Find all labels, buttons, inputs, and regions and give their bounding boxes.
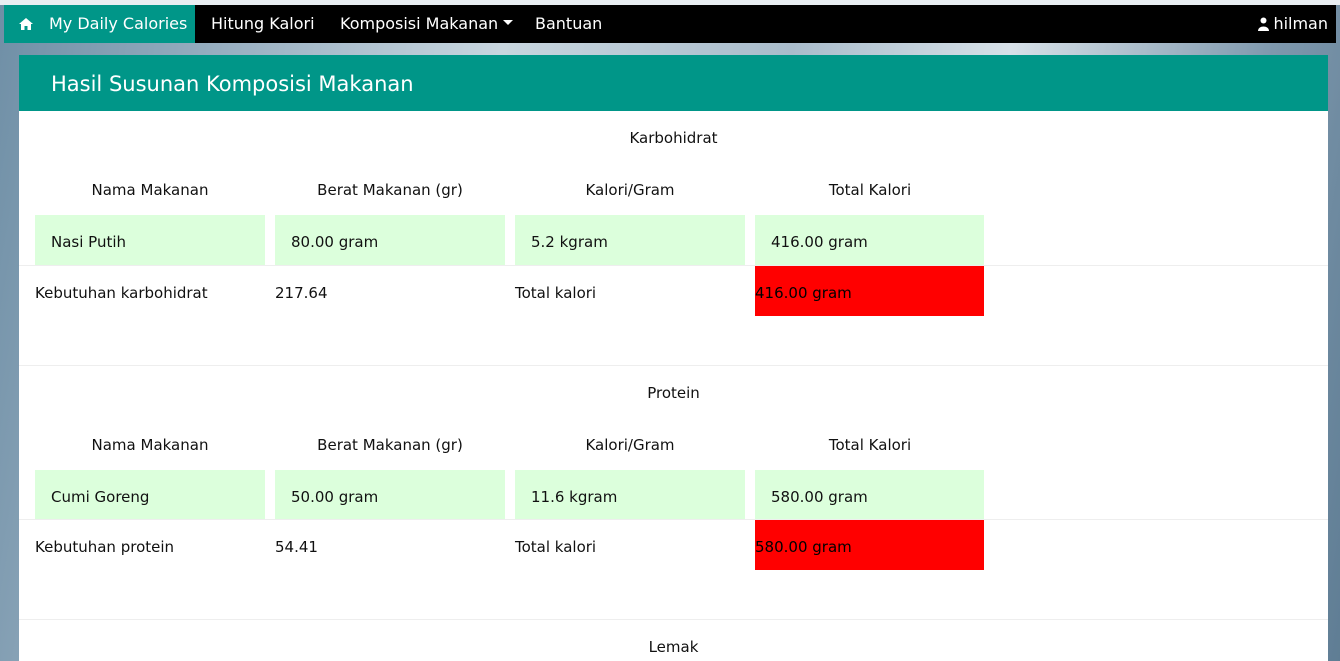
- panel-title: Hasil Susunan Komposisi Makanan: [51, 72, 414, 96]
- caret-down-icon: [503, 20, 514, 25]
- home-icon: [19, 18, 33, 30]
- need-value: 54.41: [275, 538, 318, 556]
- divider: [19, 519, 1328, 520]
- nav-hitung-kalori[interactable]: Hitung Kalori: [211, 14, 315, 33]
- need-label: Kebutuhan karbohidrat: [35, 284, 208, 302]
- user-icon: [1258, 17, 1270, 31]
- total-value-badge: 416.00 gram: [755, 266, 984, 316]
- nav-bantuan[interactable]: Bantuan: [535, 14, 602, 33]
- section-title-protein: Protein: [647, 384, 700, 402]
- total-calorie-cell: 416.00 gram: [755, 215, 984, 265]
- result-panel: Hasil Susunan Komposisi Makanan Karbohid…: [19, 55, 1328, 661]
- navbar: My Daily Calories Hitung Kalori Komposis…: [4, 5, 1336, 43]
- user-menu[interactable]: hilman: [1258, 14, 1328, 33]
- section-divider: [19, 365, 1328, 366]
- divider: [19, 265, 1328, 266]
- total-label: Total kalori: [515, 284, 597, 302]
- food-weight-cell: 50.00 gram: [275, 470, 505, 520]
- column-header-kalori-gram: Kalori/Gram: [585, 436, 675, 454]
- nav-komposisi-label: Komposisi Makanan: [340, 14, 499, 33]
- column-header-berat: Berat Makanan (gr): [317, 181, 463, 199]
- section-title-karbohidrat: Karbohidrat: [629, 129, 718, 147]
- food-weight-cell: 80.00 gram: [275, 215, 505, 265]
- section-title-lemak: Lemak: [648, 638, 699, 656]
- food-name-cell: Cumi Goreng: [35, 470, 265, 520]
- calorie-per-gram-cell: 11.6 kgram: [515, 470, 745, 520]
- total-calorie-cell: 580.00 gram: [755, 470, 984, 520]
- total-value-badge: 580.00 gram: [755, 520, 984, 570]
- column-header-berat: Berat Makanan (gr): [317, 436, 463, 454]
- column-header-kalori-gram: Kalori/Gram: [585, 181, 675, 199]
- calorie-per-gram-cell: 5.2 kgram: [515, 215, 745, 265]
- need-label: Kebutuhan protein: [35, 538, 175, 556]
- brand-label: My Daily Calories: [49, 14, 188, 33]
- need-value: 217.64: [275, 284, 328, 302]
- section-divider: [19, 619, 1328, 620]
- column-header-total: Total Kalori: [828, 436, 912, 454]
- brand-link[interactable]: My Daily Calories: [4, 5, 195, 43]
- column-header-nama: Nama Makanan: [91, 181, 209, 199]
- nav-komposisi-makanan[interactable]: Komposisi Makanan: [340, 14, 514, 33]
- panel-header: Hasil Susunan Komposisi Makanan: [19, 55, 1328, 111]
- total-label: Total kalori: [515, 538, 597, 556]
- user-name: hilman: [1273, 14, 1328, 33]
- food-name-cell: Nasi Putih: [35, 215, 265, 265]
- column-header-total: Total Kalori: [828, 181, 912, 199]
- column-header-nama: Nama Makanan: [91, 436, 209, 454]
